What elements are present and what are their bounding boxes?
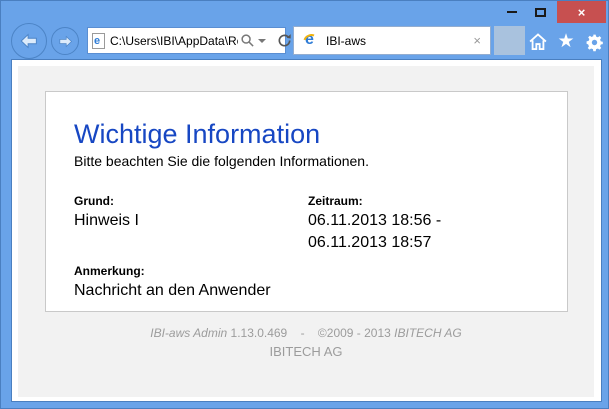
search-icon (240, 33, 255, 48)
address-url[interactable]: C:\Users\IBI\AppData\Roam (110, 34, 238, 48)
footer-dash: - (301, 326, 305, 340)
page-icon: e (92, 33, 105, 49)
page-subtitle: Bitte beachten Sie die folgenden Informa… (74, 153, 547, 169)
anmerkung-value: Nachricht an den Anwender (74, 280, 308, 302)
home-button[interactable] (527, 31, 549, 53)
zeitraum-field: Zeitraum: 06.11.2013 18:56 - 06.11.2013 … (308, 194, 547, 254)
refresh-button[interactable] (277, 33, 292, 48)
gear-icon (585, 33, 604, 52)
browser-viewport: Wichtige Information Bitte beachten Sie … (11, 59, 602, 402)
footer-copyright: ©2009 - 2013 (318, 326, 391, 340)
info-fields: Grund: Hinweis I Anmerkung: Nachricht an… (74, 194, 547, 302)
search-button[interactable] (240, 33, 266, 48)
tab-ibi-aws[interactable]: e IBI-aws × (293, 26, 491, 55)
back-button[interactable] (11, 23, 47, 59)
forward-button[interactable] (51, 27, 79, 55)
grund-field: Grund: Hinweis I (74, 194, 308, 232)
page-body: Wichtige Information Bitte beachten Sie … (18, 66, 594, 397)
new-tab-button[interactable] (494, 26, 525, 55)
settings-button[interactable] (583, 31, 605, 53)
right-column: Zeitraum: 06.11.2013 18:56 - 06.11.2013 … (308, 194, 547, 302)
footer-version-line: IBI-aws Admin 1.13.0.469 - ©2009 - 2013 … (18, 326, 594, 340)
star-icon: ★ (557, 31, 574, 53)
home-icon (528, 32, 548, 52)
back-arrow-icon (18, 30, 40, 52)
grund-value: Hinweis I (74, 210, 308, 232)
zeitraum-value-line2: 06.11.2013 18:57 (308, 232, 547, 254)
tab-title: IBI-aws (326, 34, 473, 48)
footer-app-name: IBI-aws Admin (150, 326, 227, 340)
ie-logo-icon: e (303, 33, 319, 49)
page-footer: IBI-aws Admin 1.13.0.469 - ©2009 - 2013 … (18, 326, 594, 359)
anmerkung-label: Anmerkung: (74, 264, 308, 278)
refresh-icon (277, 33, 292, 48)
title-bar: × (1, 1, 608, 23)
chevron-down-icon[interactable] (258, 39, 266, 43)
maximize-icon (535, 8, 546, 17)
zeitraum-label: Zeitraum: (308, 194, 547, 208)
info-card: Wichtige Information Bitte beachten Sie … (45, 91, 568, 312)
forward-arrow-icon (57, 33, 74, 50)
footer-version: 1.13.0.469 (231, 326, 288, 340)
address-bar[interactable]: e C:\Users\IBI\AppData\Roam (87, 27, 286, 54)
page-title: Wichtige Information (74, 119, 547, 150)
zeitraum-value-line1: 06.11.2013 18:56 - (308, 210, 547, 232)
tab-close-icon[interactable]: × (473, 33, 481, 48)
footer-company: IBITECH AG (18, 344, 594, 359)
anmerkung-field: Anmerkung: Nachricht an den Anwender (74, 264, 308, 302)
close-icon: × (578, 5, 586, 20)
left-column: Grund: Hinweis I Anmerkung: Nachricht an… (74, 194, 308, 302)
browser-window: × e C:\Users\IBI\AppData\Roam (0, 0, 609, 409)
minimize-icon (507, 11, 517, 13)
footer-company-italic: IBITECH AG (394, 326, 462, 340)
favorites-button[interactable]: ★ (555, 31, 577, 53)
minimize-button[interactable] (499, 1, 525, 23)
maximize-button[interactable] (527, 1, 553, 23)
close-button[interactable]: × (557, 1, 606, 23)
grund-label: Grund: (74, 194, 308, 208)
